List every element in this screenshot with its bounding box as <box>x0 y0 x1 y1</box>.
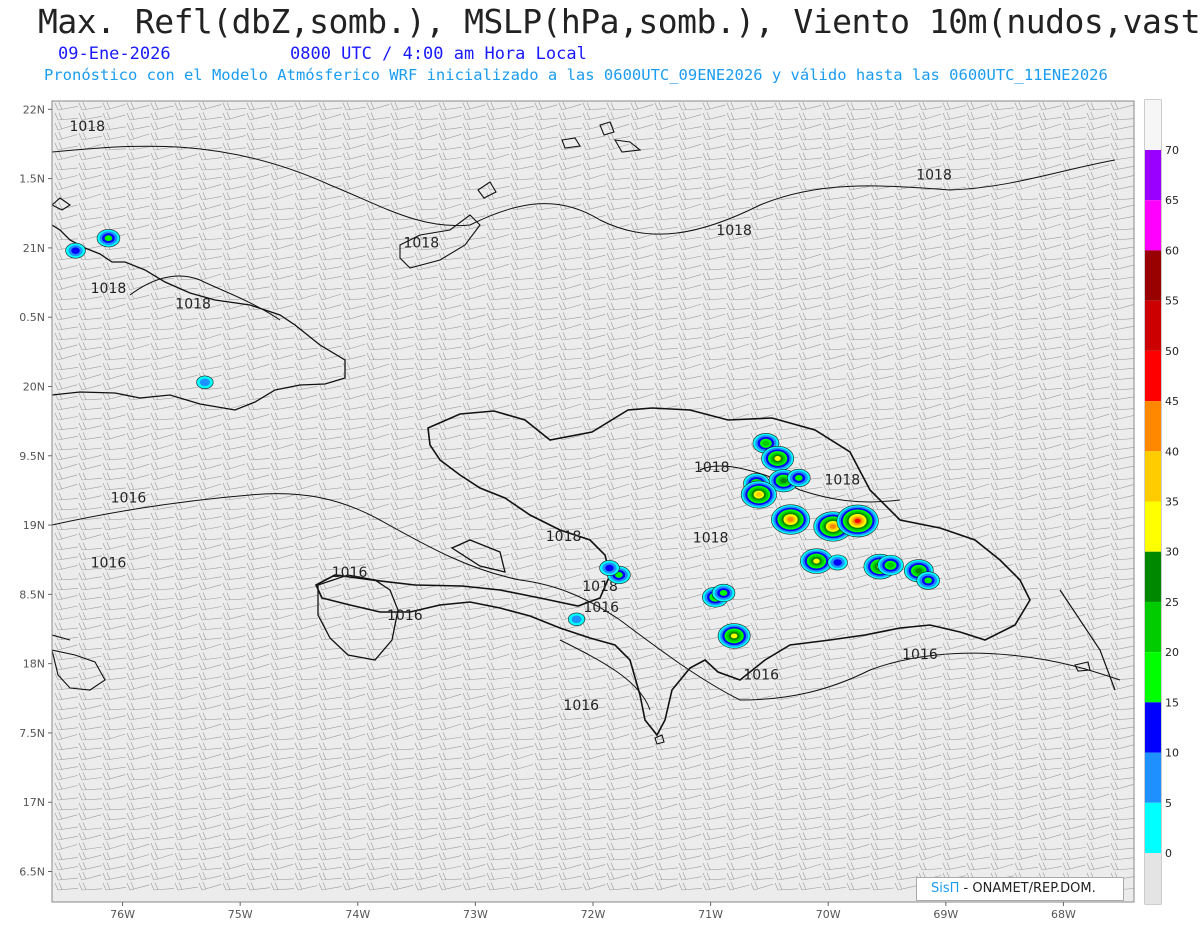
colorbar-label: 65 <box>1165 194 1179 207</box>
storm-cell <box>96 229 121 248</box>
isobar-label: 1018 <box>693 531 729 547</box>
lat-label: 20N <box>23 380 45 393</box>
storm-cell <box>711 583 736 603</box>
isobar-label: 1016 <box>743 668 779 684</box>
storm-cell <box>599 560 620 576</box>
lon-label: 74W <box>345 908 370 921</box>
isobar-label: 1018 <box>175 296 211 312</box>
lat-label: 8.5N <box>19 588 45 601</box>
map-background <box>52 101 1134 902</box>
lat-label: 18N <box>23 658 45 671</box>
storm-cell <box>771 504 811 535</box>
colorbar-label: 5 <box>1165 797 1172 810</box>
colorbar-swatch <box>1145 350 1161 402</box>
colorbar-swatch <box>1145 300 1161 351</box>
colorbar-swatch <box>1145 150 1161 201</box>
isobar-label: 1018 <box>403 235 439 251</box>
lon-label: 70W <box>816 908 841 921</box>
lon-label: 68W <box>1051 908 1076 921</box>
colorbar-swatch <box>1145 601 1161 653</box>
isobar-label: 1018 <box>546 529 582 545</box>
forecast-date: 09-Ene-2026 <box>58 44 171 64</box>
lon-label: 73W <box>463 908 488 921</box>
colorbar-swatch <box>1145 752 1161 803</box>
colorbar-swatch <box>1145 401 1161 452</box>
lon-label: 69W <box>933 908 958 921</box>
storm-cell <box>877 554 904 576</box>
lon-label: 72W <box>581 908 606 921</box>
colorbar-label: 45 <box>1165 395 1179 408</box>
colorbar-swatch <box>1145 200 1161 251</box>
colorbar-label: 30 <box>1165 546 1179 559</box>
agency-text: - ONAMET/REP.DOM. <box>959 881 1096 896</box>
model-description: Pronóstico con el Modelo Atmósferico WRF… <box>44 66 1108 84</box>
colorbar-label: 35 <box>1165 496 1179 509</box>
isobar-label: 1018 <box>716 223 752 239</box>
storm-cell <box>916 571 940 590</box>
lat-label: 9.5N <box>19 450 45 463</box>
colorbar-label: 55 <box>1165 295 1179 308</box>
colorbar-swatch <box>1145 802 1161 853</box>
isobar-label: 1016 <box>583 600 619 616</box>
isobar-label: 1016 <box>111 490 147 506</box>
storm-cell <box>740 480 777 509</box>
colorbar-swatch <box>1145 551 1161 602</box>
isobar-label: 1016 <box>332 565 368 581</box>
colorbar-label: 20 <box>1165 646 1179 659</box>
storm-cell <box>196 375 214 390</box>
colorbar-label: 70 <box>1165 144 1179 157</box>
colorbar-swatch <box>1145 652 1161 703</box>
storm-cell <box>836 504 879 538</box>
lon-label: 71W <box>698 908 723 921</box>
colorbar-swatch <box>1145 250 1161 301</box>
storm-cell <box>787 468 811 488</box>
lat-label: 0.5N <box>19 311 45 324</box>
lat-label: 19N <box>23 519 45 532</box>
colorbar-label: 40 <box>1165 445 1179 458</box>
colorbar-label: 10 <box>1165 747 1179 760</box>
sispi-logo-text: SisΠ <box>931 881 960 896</box>
colorbar-label: 0 <box>1165 847 1172 860</box>
storm-cell <box>761 445 795 472</box>
colorbar-swatch <box>1145 501 1161 552</box>
colorbar-label: 60 <box>1165 244 1179 257</box>
lat-label: 22N <box>23 103 45 116</box>
forecast-time: 0800 UTC / 4:00 am Hora Local <box>290 44 587 64</box>
map-title: Max. Refl(dbZ,somb.), MSLP(hPa,somb.), V… <box>38 2 1200 41</box>
lat-label: 1.5N <box>19 173 45 186</box>
credit-box: SisΠ - ONAMET/REP.DOM. <box>916 877 1124 901</box>
colorbar-top-swatch <box>1145 100 1161 150</box>
storm-cell <box>567 612 586 626</box>
colorbar-label: 50 <box>1165 345 1179 358</box>
forecast-map: 101810181018101810181018101810181018 1018… <box>19 99 1179 921</box>
dbz-colorbar: 0 5 10 15 20 25 30 35 40 45 50 55 60 65 70 <box>1144 99 1179 905</box>
lon-label: 75W <box>228 908 253 921</box>
colorbar-swatch <box>1145 702 1161 753</box>
isobar-label: 1018 <box>69 119 105 135</box>
storm-cell <box>827 554 848 571</box>
colorbar-label: 15 <box>1165 696 1179 709</box>
isobar-label: 1016 <box>91 555 127 571</box>
storm-cell <box>65 242 86 259</box>
colorbar-label: 25 <box>1165 596 1179 609</box>
lat-label: 21N <box>23 242 45 255</box>
lon-label: 76W <box>110 908 135 921</box>
lat-label: 6.5N <box>19 866 45 879</box>
lat-label: 7.5N <box>19 727 45 740</box>
isobar-label: 1016 <box>563 698 599 714</box>
colorbar-bottom-swatch <box>1145 853 1161 904</box>
isobar-label: 1018 <box>916 167 952 183</box>
isobar-label: 1016 <box>387 608 423 624</box>
isobar-label: 1018 <box>694 460 730 476</box>
lat-label: 17N <box>23 796 45 809</box>
isobar-label: 1018 <box>825 472 861 488</box>
colorbar-swatch <box>1145 451 1161 502</box>
isobar-label: 1018 <box>91 281 127 297</box>
isobar-label: 1016 <box>902 647 938 663</box>
storm-cell <box>717 623 751 649</box>
